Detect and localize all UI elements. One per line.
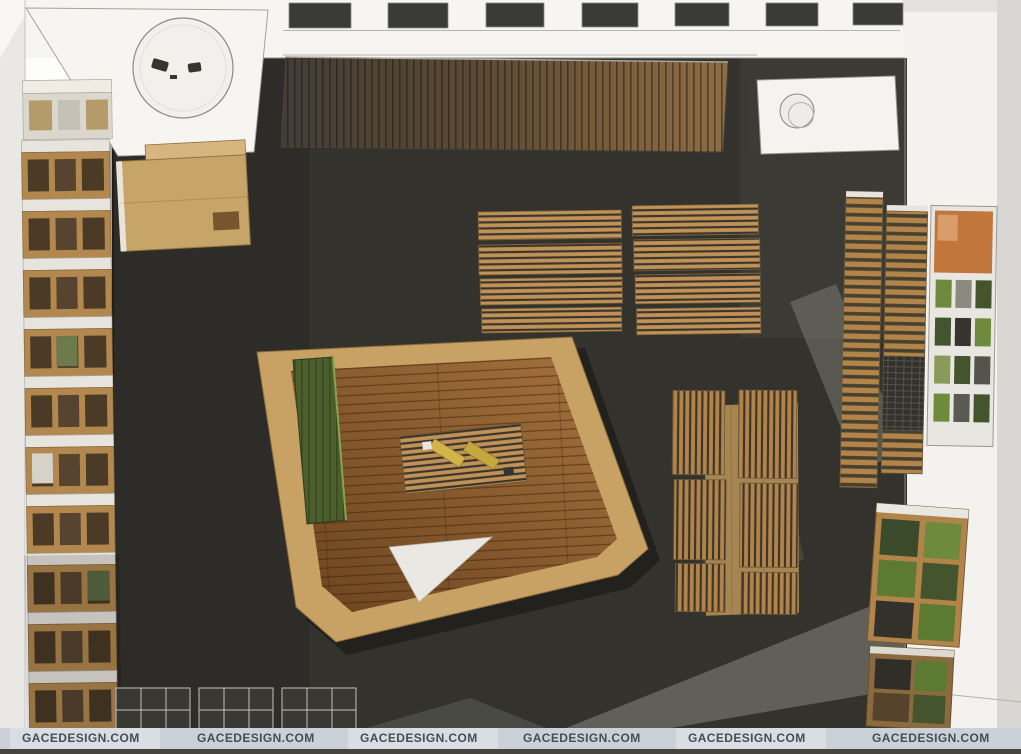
left-cubby-shelving <box>18 79 122 732</box>
watermark-text: GACEDESIGN.COM <box>197 731 315 745</box>
green-bookshelf-upper <box>867 503 968 647</box>
render-canvas <box>0 0 1021 754</box>
watermark-text: GACEDESIGN.COM <box>523 731 641 745</box>
interior-render: GACEDESIGN.COM GACEDESIGN.COM GACEDESIGN.C… <box>0 0 1021 754</box>
shelf-dark-bins <box>882 356 925 431</box>
ac-cabinet <box>750 76 899 154</box>
bottom-bar <box>0 749 1021 754</box>
watermark-text: GACEDESIGN.COM <box>688 731 806 745</box>
watermark-strip: GACEDESIGN.COM GACEDESIGN.COM GACEDESIGN.C… <box>0 728 1021 749</box>
reading-table-group-right <box>632 204 761 335</box>
watermark-text: GACEDESIGN.COM <box>22 731 140 745</box>
green-bookshelf-lower <box>866 646 954 730</box>
bench-group <box>671 389 801 616</box>
watermark-text: GACEDESIGN.COM <box>360 731 478 745</box>
wireframe-tables <box>116 688 356 732</box>
bench-left-column <box>671 390 727 611</box>
reading-table-group-left <box>478 210 623 333</box>
slatted-ceiling-panel <box>281 57 728 152</box>
watermark-text: GACEDESIGN.COM <box>872 731 990 745</box>
bench-right-column <box>737 390 799 615</box>
ceiling-light <box>133 18 233 118</box>
platform-display-table <box>399 424 526 494</box>
wall-artwork <box>927 205 997 446</box>
